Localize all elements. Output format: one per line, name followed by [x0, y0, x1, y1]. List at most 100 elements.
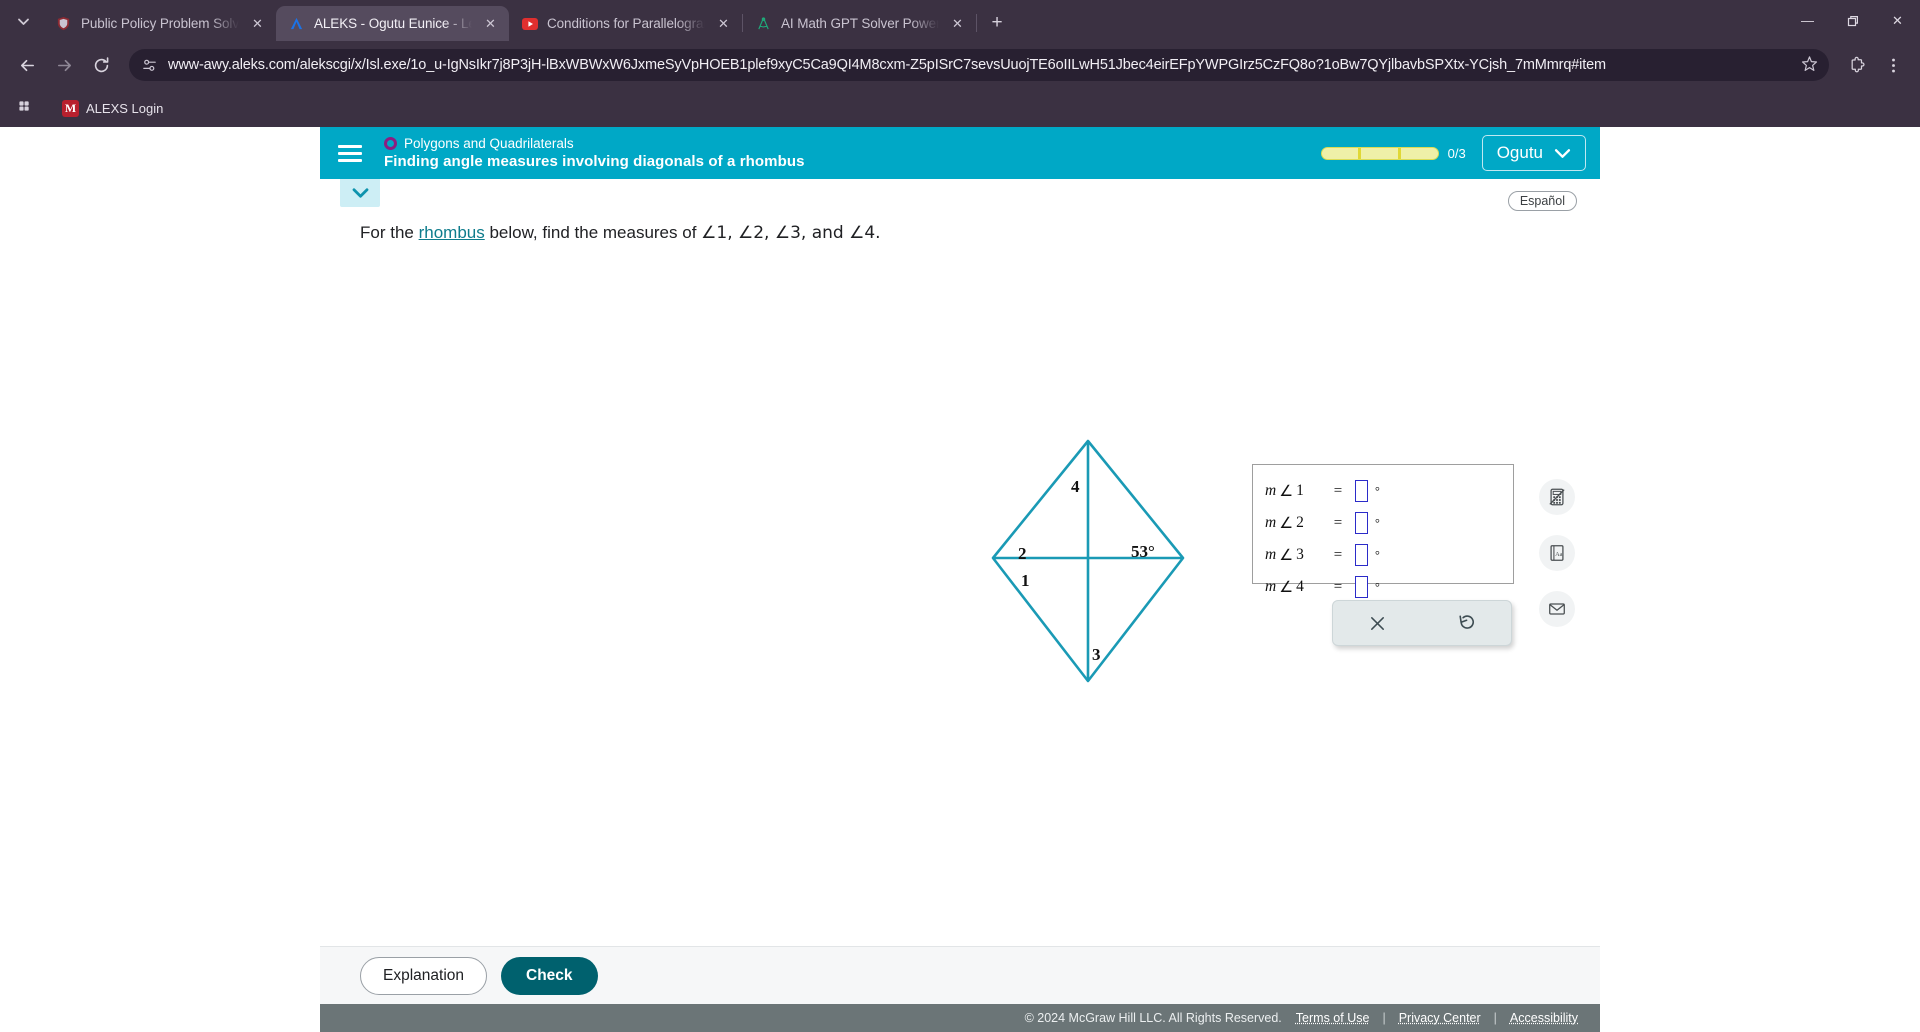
- aleks-header: Polygons and Quadrilaterals Finding angl…: [320, 127, 1600, 179]
- progress-bar: [1320, 146, 1439, 160]
- terms-of-use-link[interactable]: Terms of Use: [1296, 1011, 1370, 1025]
- footer-separator: |: [1382, 1011, 1386, 1025]
- glossary-button[interactable]: Aa: [1539, 535, 1575, 571]
- privacy-center-link[interactable]: Privacy Center: [1399, 1011, 1481, 1025]
- bookmarks-bar: M ALEXS Login: [0, 89, 1920, 127]
- angle-3-input[interactable]: [1355, 544, 1368, 566]
- undo-button[interactable]: [1422, 601, 1511, 645]
- equals-sign: =: [1333, 578, 1343, 595]
- tab-close-button[interactable]: ✕: [481, 14, 500, 33]
- label-4: 4: [1071, 477, 1080, 496]
- header-right-group: 0/3 Ogutu: [1320, 135, 1586, 171]
- footer-separator: |: [1493, 1011, 1497, 1025]
- bookmark-label: ALEXS Login: [86, 100, 164, 116]
- bookmark-star-icon[interactable]: [1801, 55, 1819, 76]
- message-button[interactable]: [1539, 591, 1575, 627]
- clear-button[interactable]: [1333, 601, 1422, 645]
- minimize-button[interactable]: —: [1785, 0, 1830, 41]
- topic-dot-icon: [384, 137, 397, 150]
- tab-close-button[interactable]: ✕: [948, 14, 967, 33]
- answer-mini-toolbar: [1332, 600, 1512, 646]
- progress-segment: [1361, 147, 1401, 159]
- compass-icon: [755, 15, 772, 32]
- chevron-down-icon: [1554, 148, 1571, 158]
- forward-arrow-icon: [57, 59, 71, 71]
- reload-button[interactable]: [84, 48, 118, 82]
- answer-row-4: m ∠ 4 = °: [1265, 571, 1513, 603]
- tools-rail: Aa: [1539, 479, 1575, 627]
- calculator-button[interactable]: [1539, 479, 1575, 515]
- chevron-down-icon: [17, 18, 29, 25]
- equals-sign: =: [1333, 546, 1343, 563]
- address-bar[interactable]: www-awy.aleks.com/alekscgi/x/Isl.exe/1o_…: [129, 49, 1829, 81]
- collapse-panel-button[interactable]: [340, 179, 380, 207]
- browser-tab-3[interactable]: AI Math GPT Solver Powered by ✕: [743, 6, 976, 41]
- label-3: 3: [1092, 645, 1101, 664]
- topic-label: Polygons and Quadrilaterals: [404, 136, 574, 151]
- angle-2-input[interactable]: [1355, 512, 1368, 534]
- back-button[interactable]: [10, 48, 44, 82]
- page-viewport: Polygons and Quadrilaterals Finding angl…: [0, 127, 1920, 1032]
- tab-close-button[interactable]: ✕: [714, 14, 733, 33]
- explanation-button[interactable]: Explanation: [360, 956, 488, 995]
- progress-count: 0/3: [1447, 145, 1466, 161]
- restore-button[interactable]: [1830, 0, 1875, 41]
- chevron-down-icon: [352, 187, 368, 198]
- question-suffix: below, find the measures of: [484, 223, 702, 242]
- back-arrow-icon: [20, 59, 34, 71]
- browser-window: Public Policy Problem Solving ✕ ALEKS - …: [0, 0, 1920, 1032]
- answer-row-3: m ∠ 3 = °: [1265, 539, 1513, 571]
- tab-title: Public Policy Problem Solving: [81, 16, 239, 31]
- answer-row-2: m ∠ 2 = °: [1265, 507, 1513, 539]
- equals-sign: =: [1333, 514, 1343, 531]
- label-53-degrees: 53°: [1131, 542, 1155, 561]
- label-1: 1: [1021, 571, 1030, 590]
- tab-title: Conditions for Parallelograms: [547, 16, 705, 31]
- bookmark-alexs-login[interactable]: M ALEXS Login: [54, 96, 171, 121]
- degree-symbol: °: [1375, 547, 1380, 562]
- close-x-icon: [1371, 616, 1384, 630]
- window-controls: — ✕: [1785, 0, 1920, 41]
- shield-icon: [55, 15, 72, 32]
- degree-symbol: °: [1375, 515, 1380, 530]
- tab-title: ALEKS - Ogutu Eunice - Learn: [314, 16, 472, 31]
- browser-tab-2[interactable]: Conditions for Parallelograms ✕: [509, 6, 742, 41]
- bookmark-favicon: M: [62, 99, 79, 117]
- new-tab-button[interactable]: +: [981, 7, 1013, 39]
- rhombus-glossary-link[interactable]: rhombus: [419, 223, 485, 242]
- site-settings-icon[interactable]: [141, 57, 158, 74]
- hamburger-icon[interactable]: [326, 127, 374, 179]
- answer-label-3: m ∠ 3: [1265, 546, 1304, 564]
- forward-button[interactable]: [47, 48, 81, 82]
- angle-4-input[interactable]: [1355, 576, 1368, 598]
- extensions-button[interactable]: [1840, 48, 1874, 82]
- angle-1-input[interactable]: [1355, 480, 1368, 502]
- tab-title: AI Math GPT Solver Powered by: [781, 16, 939, 31]
- progress-segment: [1401, 148, 1438, 159]
- book-aa-icon: Aa: [1550, 545, 1564, 561]
- browser-tab-0[interactable]: Public Policy Problem Solving ✕: [43, 6, 276, 41]
- browser-toolbar: www-awy.aleks.com/alekscgi/x/Isl.exe/1o_…: [0, 41, 1920, 89]
- tab-search-button[interactable]: [6, 4, 40, 38]
- user-menu-button[interactable]: Ogutu: [1481, 135, 1586, 171]
- answer-panel: m ∠ 1 = ° m ∠ 2 = ° m ∠ 3 = ° m ∠ 4 = °: [1252, 464, 1514, 598]
- language-toggle-button[interactable]: Español: [1507, 191, 1577, 211]
- progress-segment: [1322, 147, 1362, 159]
- apps-grid-icon[interactable]: [12, 94, 40, 122]
- check-button[interactable]: Check: [501, 956, 598, 995]
- undo-icon: [1458, 615, 1474, 629]
- answer-row-1: m ∠ 1 = °: [1265, 475, 1513, 507]
- accessibility-link[interactable]: Accessibility: [1510, 1011, 1578, 1025]
- tab-strip: Public Policy Problem Solving ✕ ALEKS - …: [0, 0, 1920, 41]
- answer-label-1: m ∠ 1: [1265, 482, 1304, 500]
- close-window-button[interactable]: ✕: [1875, 0, 1920, 41]
- browser-menu-button[interactable]: [1876, 48, 1910, 82]
- reload-icon: [94, 56, 108, 72]
- equals-sign: =: [1333, 482, 1343, 499]
- toolbar-right-group: [1840, 48, 1910, 82]
- tab-close-button[interactable]: ✕: [248, 14, 267, 33]
- aleks-content: Español For the rhombus below, find the …: [320, 179, 1600, 946]
- envelope-icon: [1549, 603, 1565, 615]
- answer-label-4: m ∠ 4: [1265, 578, 1304, 596]
- browser-tab-1[interactable]: ALEKS - Ogutu Eunice - Learn ✕: [276, 6, 509, 41]
